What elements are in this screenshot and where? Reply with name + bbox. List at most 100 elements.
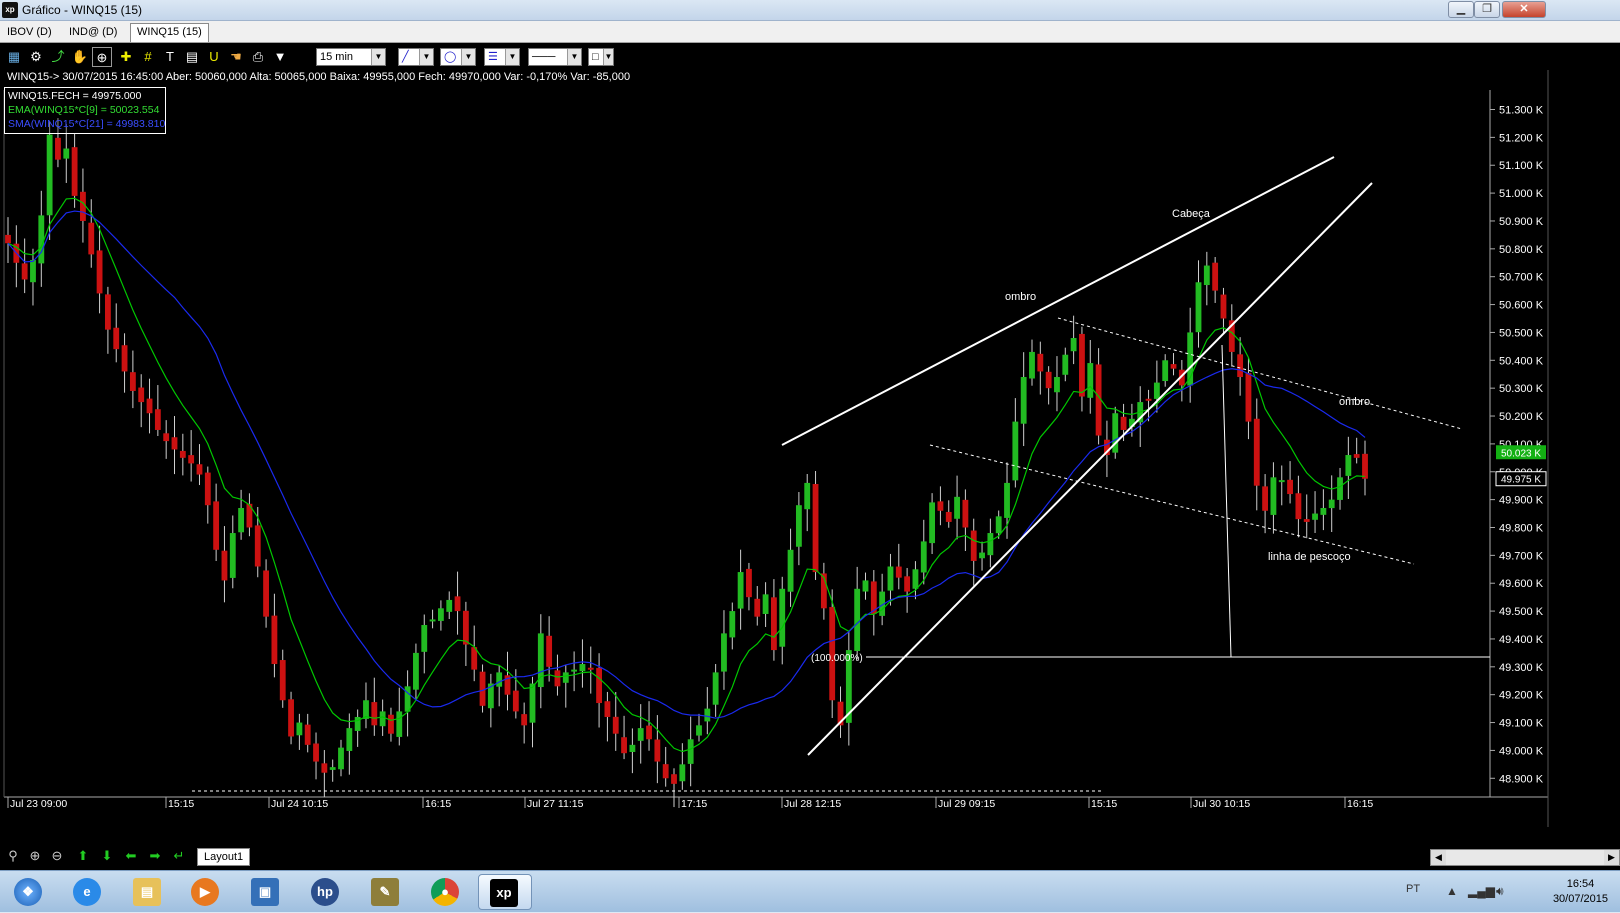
candle-body: [171, 437, 178, 450]
candle-body: [454, 596, 461, 612]
x-tick-label: Jul 30 10:15: [1193, 798, 1250, 810]
legend-ema: EMA(WINQ15*C[9] = 50023.554: [8, 104, 160, 116]
arrow-down-icon[interactable]: ⬇: [98, 847, 116, 865]
candle-body: [646, 725, 652, 740]
zoom-out-icon[interactable]: ⊖: [48, 847, 66, 865]
candle-body: [1012, 421, 1019, 481]
candle-body: [895, 566, 902, 578]
candle-body: [787, 549, 794, 592]
y-tick-label: 50.400 K: [1499, 355, 1544, 367]
candle-body: [621, 737, 627, 754]
candle-body: [38, 215, 45, 264]
candle-body: [446, 599, 453, 612]
candle-body: [1312, 513, 1318, 520]
candle-body: [238, 507, 245, 533]
x-tick-label: Jul 24 10:15: [271, 798, 328, 810]
neckline-upper: [1057, 317, 1463, 430]
tool-taskbar-button[interactable]: ✎: [362, 874, 408, 910]
candle-body: [71, 147, 78, 196]
volume-icon[interactable]: 🔊︎: [1496, 884, 1504, 899]
xp-taskbar-button[interactable]: xp: [478, 874, 532, 910]
candle-body: [263, 570, 269, 617]
candle-body: [1020, 377, 1027, 424]
y-tick-label: 49.900 K: [1499, 495, 1544, 507]
arrow-right-icon[interactable]: ➡: [146, 847, 164, 865]
candle-body: [679, 764, 686, 782]
neckline-lower: [929, 444, 1415, 565]
ema-price-label: 50.023 K: [1501, 448, 1541, 459]
ie-taskbar-button[interactable]: e: [64, 874, 110, 910]
annotation-cabeca: Cabeça: [1172, 208, 1211, 220]
candle-body: [1070, 338, 1077, 352]
media-player-taskbar-button[interactable]: ▶: [182, 874, 228, 910]
candle-body: [954, 496, 960, 519]
candle-body: [421, 625, 428, 652]
x-tick-label: Jul 27 11:15: [527, 798, 584, 810]
scroll-right-icon[interactable]: ▶: [1604, 850, 1619, 865]
annotation-linha-de-pescoco: linha de pescoço: [1268, 551, 1351, 563]
arrow-up-icon[interactable]: ⬆: [74, 847, 92, 865]
price-chart[interactable]: 51.300 K 51.200 K 51.100 K 51.000 K 50.900 K…: [0, 0, 1620, 870]
y-tick-label: 50.600 K: [1499, 300, 1544, 312]
horizontal-scrollbar[interactable]: ◀ ▶: [1430, 849, 1620, 866]
language-indicator[interactable]: PT: [1406, 883, 1420, 895]
y-tick-label: 51.100 K: [1499, 160, 1544, 172]
candle-body: [929, 502, 936, 544]
zoom-in-icon[interactable]: ⊕: [26, 847, 44, 865]
candle-body: [404, 686, 411, 712]
signal-icon[interactable]: ▂▄▆: [1468, 884, 1495, 898]
candle-body: [771, 597, 777, 651]
candle-body: [712, 672, 719, 705]
zoom-icon[interactable]: ⚲: [4, 847, 22, 865]
layout-tab[interactable]: Layout1: [197, 848, 251, 866]
candle-body: [1303, 519, 1310, 522]
y-tick-label: 49.500 K: [1499, 606, 1544, 618]
clock[interactable]: 16:54 30/07/2015: [1553, 877, 1608, 907]
hp-taskbar-button[interactable]: hp: [302, 874, 348, 910]
candle-body: [637, 728, 644, 741]
explorer-taskbar-button[interactable]: ▤: [124, 874, 170, 910]
candle-body: [1295, 493, 1302, 520]
clock-time: 16:54: [1566, 878, 1595, 890]
candle-body: [746, 568, 752, 598]
candle-body: [737, 572, 744, 609]
candle-body: [196, 464, 203, 475]
show-hidden-icons-icon[interactable]: ▲: [1446, 884, 1458, 898]
candle-body: [729, 611, 736, 638]
candle-body: [437, 608, 444, 621]
candle-body: [321, 763, 328, 773]
legend-close: WINQ15.FECH = 49975.000: [8, 90, 142, 102]
candle-body: [1337, 477, 1343, 500]
candle-body: [662, 764, 669, 779]
candle-body: [795, 505, 802, 547]
arrow-return-icon[interactable]: ↵: [170, 847, 188, 865]
chart-navigation-bar: ⚲ ⊕ ⊖ ⬆ ⬇ ⬅ ➡ ↵ Layout1 ◀ ▶: [0, 845, 1620, 867]
candle-body: [138, 387, 145, 403]
arrow-left-icon[interactable]: ⬅: [122, 847, 140, 865]
indicator-legend: WINQ15.FECH = 49975.000 EMA(WINQ15*C[9] …: [4, 87, 166, 134]
candle-body: [296, 722, 303, 736]
candle-body: [1004, 482, 1010, 518]
candle-body: [413, 652, 419, 690]
candle-body: [479, 671, 486, 706]
candle-body: [96, 250, 103, 294]
network-app-taskbar-button[interactable]: ▣: [242, 874, 288, 910]
candle-body: [329, 767, 336, 770]
candle-body: [21, 263, 28, 280]
chrome-taskbar-button[interactable]: ●: [422, 874, 468, 910]
candle-body: [146, 398, 153, 414]
candle-body: [970, 530, 977, 561]
candle-body: [1278, 480, 1285, 483]
candle-body: [279, 660, 286, 701]
scroll-left-icon[interactable]: ◀: [1431, 850, 1446, 865]
candle-body: [512, 690, 519, 712]
start-button[interactable]: ❖: [2, 874, 54, 910]
x-tick-label: Jul 28 12:15: [784, 798, 841, 810]
candle-body: [571, 669, 578, 672]
candle-body: [80, 191, 86, 221]
candle-body: [1212, 262, 1219, 291]
y-tick-label: 50.700 K: [1499, 272, 1544, 284]
candle-body: [887, 566, 894, 591]
candle-body: [1270, 477, 1277, 515]
y-tick-label: 51.300 K: [1499, 105, 1544, 117]
